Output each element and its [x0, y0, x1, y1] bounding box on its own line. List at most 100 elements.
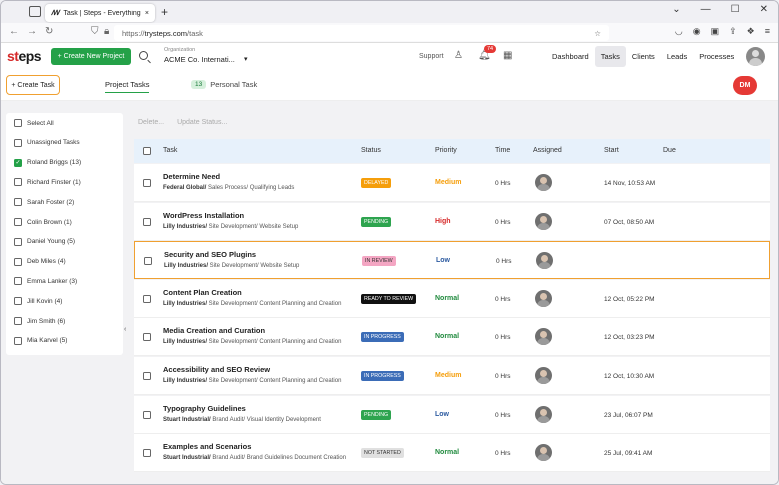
status-badge[interactable]: PENDING	[361, 409, 392, 420]
filter-checkbox[interactable]	[14, 138, 22, 147]
back-icon[interactable]: ←	[9, 26, 19, 37]
new-tab-button[interactable]: +	[161, 5, 168, 19]
status-badge[interactable]: DELAYED	[361, 178, 392, 188]
sidebar-filter-item[interactable]: Emma Lanker (3)	[14, 277, 77, 286]
row-checkbox[interactable]	[143, 410, 151, 419]
task-name[interactable]: Accessibility and SEO Review	[163, 365, 270, 374]
filter-checkbox[interactable]	[14, 257, 22, 266]
chevron-down-icon[interactable]: ▾	[244, 55, 248, 63]
priority-label[interactable]: Normal	[435, 333, 459, 340]
chevron-down-icon[interactable]: ⌄	[672, 4, 680, 15]
column-header-assigned[interactable]: Assigned	[533, 147, 562, 154]
table-row[interactable]: Security and SEO Plugins Lilly Industries…	[134, 241, 770, 280]
task-client[interactable]: Lilly Industries/	[164, 263, 208, 269]
avatar[interactable]	[535, 212, 552, 230]
browser-tab[interactable]: ꟿ Task | Steps - Everything is a pr ×	[45, 4, 155, 22]
create-project-button[interactable]: + Create New Project	[51, 48, 131, 65]
sidebar-filter-item[interactable]: ✓ Roland Briggs (13)	[14, 158, 81, 167]
priority-label[interactable]: Low	[435, 411, 449, 418]
extension-new-icon[interactable]: ▣	[711, 26, 720, 37]
addon-icon[interactable]: ❖	[747, 26, 755, 37]
bookmark-star-icon[interactable]: ☆	[594, 29, 601, 38]
task-name[interactable]: Examples and Scenarios	[163, 442, 251, 451]
priority-label[interactable]: Medium	[435, 179, 461, 186]
sidebar-filter-item[interactable]: Richard Finster (1)	[14, 178, 81, 187]
sidebar-filter-item[interactable]: Jim Smith (6)	[14, 317, 65, 325]
row-checkbox[interactable]	[143, 179, 151, 187]
collapse-sidebar-icon[interactable]: ‹	[124, 326, 126, 333]
filter-checkbox[interactable]	[14, 237, 22, 246]
column-header-time[interactable]: Time	[495, 147, 510, 154]
search-icon[interactable]	[139, 51, 148, 60]
task-name[interactable]: Content Plan Creation	[163, 288, 242, 297]
filter-checkbox[interactable]	[14, 317, 22, 325]
table-row[interactable]: Media Creation and Curation Lilly Industr…	[134, 318, 770, 357]
create-task-button[interactable]: + Create Task	[6, 75, 60, 95]
sidebar-filter-item[interactable]: Deb Miles (4)	[14, 257, 66, 266]
task-client[interactable]: Lilly Industries/	[163, 378, 207, 384]
sidebar-filter-item[interactable]: Sarah Foster (2)	[14, 198, 74, 207]
steps-logo[interactable]: steps	[7, 48, 42, 64]
table-row[interactable]: Examples and Scenarios Stuart Industrial/…	[134, 434, 770, 473]
row-checkbox[interactable]	[143, 217, 151, 226]
status-badge[interactable]: PENDING	[361, 216, 392, 227]
nav-processes[interactable]: Processes	[693, 46, 740, 67]
status-badge[interactable]: IN PROGRESS	[361, 332, 404, 343]
avatar[interactable]	[746, 47, 765, 66]
minimize-icon[interactable]: —	[701, 4, 711, 15]
sidebar-filter-item[interactable]: Daniel Young (5)	[14, 237, 75, 246]
task-client[interactable]: Stuart Industrial/	[163, 455, 211, 461]
table-row[interactable]: Content Plan Creation Lilly Industries/ S…	[134, 279, 770, 318]
filter-checkbox[interactable]	[14, 336, 22, 345]
select-all-rows-checkbox[interactable]	[143, 147, 151, 155]
delete-button[interactable]: Delete...	[138, 119, 164, 126]
status-badge[interactable]: NOT STARTED	[361, 448, 404, 459]
forward-icon[interactable]: →	[27, 26, 37, 37]
nav-clients[interactable]: Clients	[626, 46, 661, 67]
avatar[interactable]	[535, 367, 552, 384]
account-icon[interactable]: ◉	[693, 26, 701, 37]
filter-checkbox[interactable]	[14, 277, 22, 286]
column-header-task[interactable]: Task	[163, 147, 177, 154]
calendar-icon[interactable]: ▦	[503, 50, 512, 61]
filter-checkbox[interactable]	[14, 119, 22, 127]
reload-icon[interactable]: ↻	[45, 26, 53, 37]
task-client[interactable]: Lilly Industries/	[163, 301, 207, 307]
priority-label[interactable]: Low	[436, 257, 450, 264]
avatar[interactable]	[536, 252, 553, 270]
column-header-status[interactable]: Status	[361, 147, 381, 154]
maximize-icon[interactable]: ☐	[731, 4, 740, 15]
url-bar[interactable]: https://trysteps.com/task ☆	[114, 25, 609, 41]
lock-icon[interactable]: 🔒︎	[104, 26, 109, 37]
priority-label[interactable]: Normal	[435, 295, 459, 302]
tab-list-icon[interactable]	[29, 6, 41, 17]
task-client[interactable]: Lilly Industries/	[163, 224, 207, 230]
priority-label[interactable]: High	[435, 218, 451, 225]
close-window-icon[interactable]: ✕	[760, 4, 768, 15]
support-link[interactable]: Support	[419, 53, 444, 60]
user-icon[interactable]: ♙	[454, 50, 463, 61]
filter-checkbox[interactable]	[14, 178, 22, 187]
status-badge[interactable]: READY TO REVIEW	[361, 293, 417, 304]
filter-checkbox[interactable]: ✓	[14, 158, 22, 167]
dm-badge[interactable]: DM	[733, 76, 757, 95]
row-checkbox[interactable]	[143, 449, 151, 458]
filter-checkbox[interactable]	[14, 297, 22, 306]
task-name[interactable]: Determine Need	[163, 172, 220, 181]
row-checkbox[interactable]	[143, 372, 151, 380]
update-status-button[interactable]: Update Status...	[177, 119, 227, 126]
task-name[interactable]: Typography Guidelines	[163, 404, 246, 413]
table-row[interactable]: Determine Need Federal Global/ Sales Proc…	[134, 164, 770, 202]
sidebar-filter-item[interactable]: Unassigned Tasks	[14, 138, 80, 147]
tab-close-icon[interactable]: ×	[145, 10, 149, 17]
priority-label[interactable]: Medium	[435, 372, 461, 379]
status-badge[interactable]: IN PROGRESS	[361, 371, 404, 381]
row-checkbox[interactable]	[143, 294, 151, 303]
sidebar-filter-item[interactable]: Jill Kovin (4)	[14, 297, 62, 306]
table-row[interactable]: Accessibility and SEO Review Lilly Indust…	[134, 357, 770, 395]
task-client[interactable]: Lilly Industries/	[163, 339, 207, 345]
task-client[interactable]: Federal Global/	[163, 185, 206, 191]
menu-icon[interactable]: ≡	[765, 26, 770, 37]
share-icon[interactable]: ⇪	[729, 26, 737, 37]
avatar[interactable]	[535, 328, 552, 346]
